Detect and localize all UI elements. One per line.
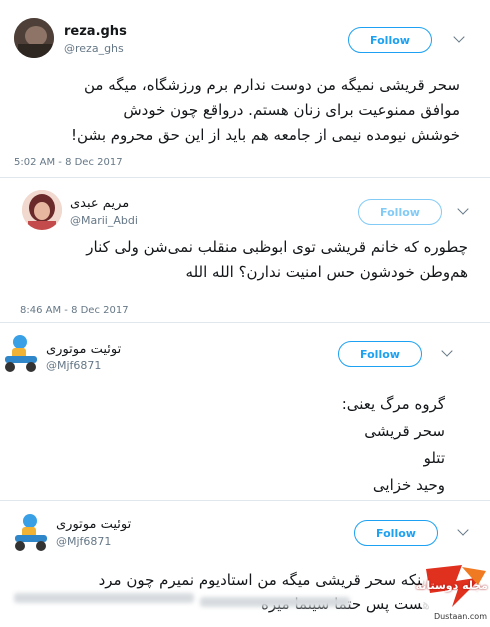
avatar-photo	[22, 190, 62, 230]
chevron-down-icon[interactable]	[453, 31, 465, 43]
tweet-card: توئیت موتوری @Mjf6871 Follow گروه مرگ یع…	[0, 326, 490, 496]
follow-button[interactable]: Follow	[338, 341, 422, 367]
display-name[interactable]: توئیت موتوری	[56, 517, 131, 532]
tweet-text-line: موافق ممنوعیت برای زنان هستم. درواقع چون…	[123, 101, 460, 119]
chevron-down-icon[interactable]	[457, 524, 469, 536]
user-handle[interactable]: @reza_ghs	[64, 42, 124, 55]
watermark-text: مجله دوستانه	[415, 579, 488, 592]
chevron-down-icon[interactable]	[457, 203, 469, 215]
divider	[0, 177, 490, 178]
tweet-text: اینکه سحر قریشی میگه من استادیوم نمیرم چ…	[10, 568, 430, 616]
follow-button[interactable]: Follow	[358, 199, 442, 225]
blurred-text	[200, 597, 350, 607]
tweet-text: چطوره که خانم قریشی توی ابوظبی منقلب نمی…	[18, 235, 468, 285]
display-name[interactable]: توئیت موتوری	[46, 342, 121, 357]
avatar-photo	[14, 18, 54, 58]
follow-button[interactable]: Follow	[348, 27, 432, 53]
tweet-timestamp[interactable]: 8:46 AM - 8 Dec 2017	[20, 305, 129, 316]
divider	[0, 322, 490, 323]
tweet-timestamp[interactable]: 5:02 AM - 8 Dec 2017	[14, 157, 123, 168]
display-name[interactable]: مریم عبدی	[70, 196, 129, 211]
tweet-text-line: اینکه سحر قریشی میگه من استادیوم نمیرم چ…	[98, 571, 430, 589]
display-name[interactable]: reza.ghs	[64, 24, 127, 39]
tweet-text: گروه مرگ یعنی: سحر قریشی تتلو وحید خزایی	[245, 391, 445, 499]
watermark-logo: مجله دوستانه Dustaan.com	[416, 561, 490, 623]
avatar[interactable]	[2, 334, 40, 374]
scooter-avatar	[15, 514, 47, 551]
tweet-text-line: وحید خزایی	[372, 476, 445, 494]
chevron-down-icon[interactable]	[441, 345, 453, 357]
tweet-text-line: سحر قریشی	[364, 422, 445, 440]
tweet-text-line: تتلو	[423, 449, 445, 467]
avatar[interactable]	[14, 18, 54, 58]
tweet-text-line: گروه مرگ یعنی:	[341, 395, 445, 413]
user-handle[interactable]: @Marii_Abdi	[70, 214, 138, 227]
avatar[interactable]	[22, 190, 62, 230]
blurred-text	[14, 593, 194, 603]
tweet-card: مریم عبدی @Marii_Abdi Follow چطوره که خا…	[0, 180, 490, 330]
divider	[0, 500, 490, 501]
follow-button[interactable]: Follow	[354, 520, 438, 546]
tweet-card: توئیت موتوری @Mjf6871 Follow اینکه سحر ق…	[0, 505, 490, 623]
tweet-text-line: سحر قریشی نمیگه من دوست ندارم برم ورزشگا…	[84, 76, 460, 94]
watermark-url: Dustaan.com	[433, 612, 487, 621]
tweet-text-line: هم‌وطن خودشون حس امنیت ندارن؟ الله الله	[185, 263, 468, 281]
scooter-avatar	[5, 335, 37, 372]
tweet-text-line: خوشش نیومده نیمی از جامعه هم باید از این…	[71, 126, 460, 144]
user-handle[interactable]: @Mjf6871	[46, 359, 101, 372]
user-handle[interactable]: @Mjf6871	[56, 535, 111, 548]
tweet-text: سحر قریشی نمیگه من دوست ندارم برم ورزشگا…	[20, 73, 460, 148]
tweet-text-line: چطوره که خانم قریشی توی ابوظبی منقلب نمی…	[86, 238, 468, 256]
tweet-card: reza.ghs @reza_ghs Follow سحر قریشی نمیگ…	[0, 0, 490, 172]
avatar[interactable]	[12, 513, 50, 553]
